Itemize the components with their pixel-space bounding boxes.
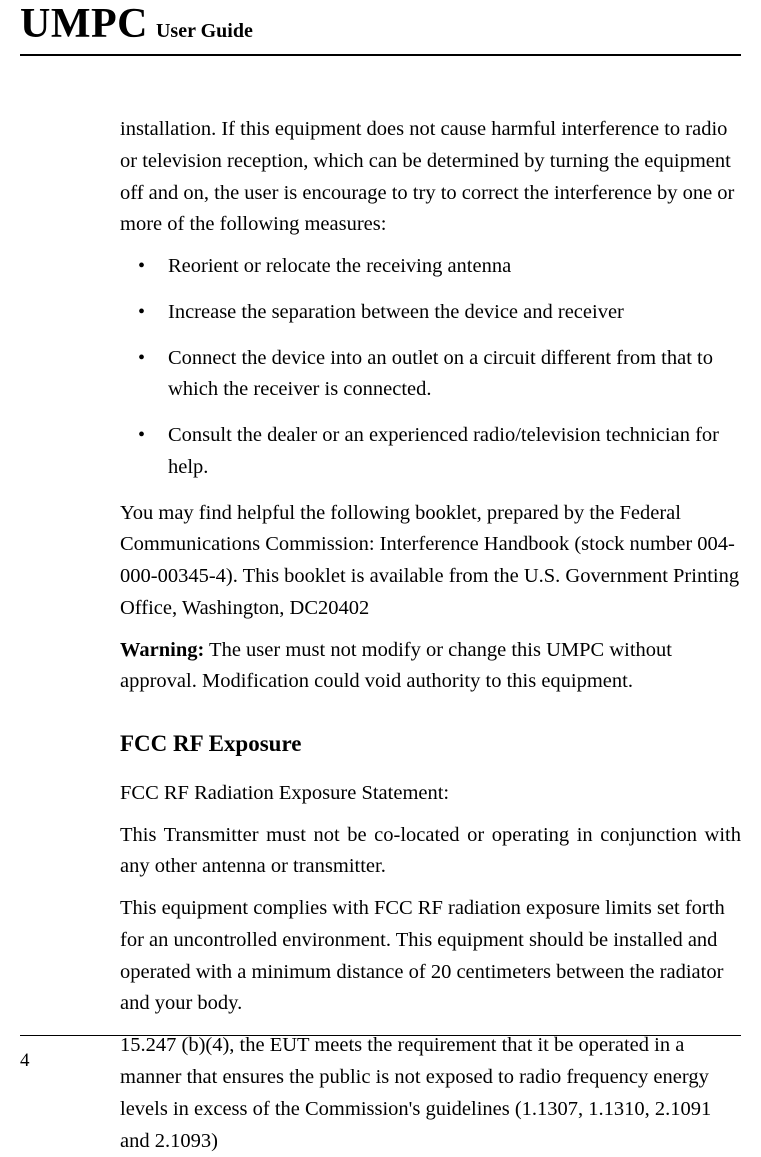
compliance-paragraph: This equipment complies with FCC RF radi… — [120, 893, 741, 1020]
list-item: Reorient or relocate the receiving anten… — [120, 251, 741, 283]
header-title: UMPC User Guide — [20, 0, 741, 48]
warning-label: Warning: — [120, 639, 204, 661]
list-item: Consult the dealer or an experienced rad… — [120, 420, 741, 484]
footer-divider: 4 — [20, 1035, 741, 1072]
warning-paragraph: Warning: The user must not modify or cha… — [120, 635, 741, 699]
header-prefix: UMPC — [20, 1, 148, 47]
page-number: 4 — [20, 1050, 30, 1071]
fcc-statement: FCC RF Radiation Exposure Statement: — [120, 778, 741, 810]
header-suffix: User Guide — [156, 20, 253, 42]
transmitter-paragraph: This Transmitter must not be co-located … — [120, 820, 741, 884]
list-item: Connect the device into an outlet on a c… — [120, 343, 741, 407]
intro-paragraph: installation. If this equipment does not… — [120, 114, 741, 241]
page-footer: 4 — [0, 1035, 761, 1072]
measures-list: Reorient or relocate the receiving anten… — [120, 251, 741, 484]
list-item: Increase the separation between the devi… — [120, 297, 741, 329]
main-content: installation. If this equipment does not… — [20, 114, 741, 1157]
page-header: UMPC User Guide — [20, 0, 741, 56]
fcc-heading: FCC RF Exposure — [120, 726, 741, 762]
booklet-paragraph: You may find helpful the following bookl… — [120, 498, 741, 625]
